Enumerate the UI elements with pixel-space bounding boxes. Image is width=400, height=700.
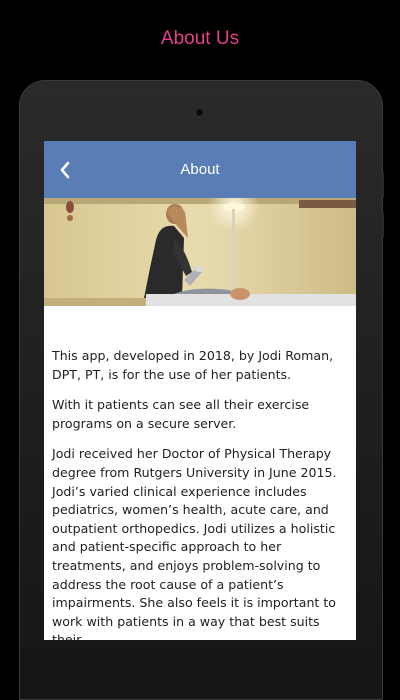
app-bar: About <box>44 141 356 198</box>
promo-title: About Us <box>160 28 240 49</box>
volume-button <box>381 172 384 198</box>
paragraph-intro: This app, developed in 2018, by Jodi Rom… <box>52 348 334 382</box>
chevron-left-icon <box>60 161 70 178</box>
back-button[interactable] <box>50 141 80 198</box>
app-bar-title: About <box>180 161 220 178</box>
power-button <box>381 212 384 238</box>
app-screen: About This app, developed in 2018, by Jo… <box>44 141 356 640</box>
paragraph-bio: Jodi received her Doctor of Physical The… <box>52 446 337 640</box>
about-content: This app, developed in 2018, by Jodi Rom… <box>44 306 356 640</box>
tablet-camera <box>195 108 204 117</box>
paragraph-exercise-programs: With it patients can see all their exerc… <box>52 397 310 431</box>
clinic-photo <box>44 198 356 306</box>
